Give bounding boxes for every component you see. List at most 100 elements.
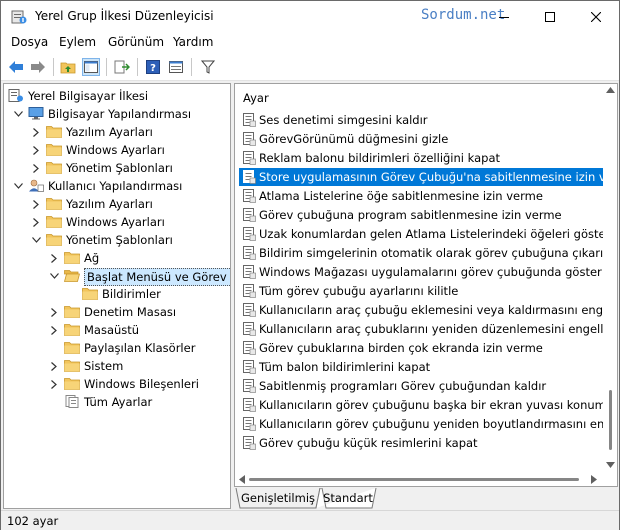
menu-yardim[interactable]: Yardım <box>173 35 213 49</box>
tree-item-network[interactable]: Ağ <box>4 249 230 267</box>
setting-row[interactable]: Görev çubuğu küçük resimlerini kapat <box>239 434 603 452</box>
setting-row[interactable]: Görev çubuklarına birden çok ekranda izi… <box>239 339 603 357</box>
status-setting-count: 102 ayar <box>7 514 59 528</box>
tree-item-user-administrative-templates[interactable]: Yönetim Şablonları <box>4 231 230 249</box>
setting-row[interactable]: Reklam balonu bildirimleri özelliğini ka… <box>239 149 603 167</box>
scroll-right-icon[interactable] <box>591 475 597 484</box>
computer-icon <box>28 107 44 120</box>
setting-row[interactable]: Tüm balon bildirimlerini kapat <box>239 358 603 376</box>
folder-open-icon <box>64 270 80 282</box>
chevron-right-icon <box>33 217 39 227</box>
expander[interactable] <box>12 108 24 120</box>
maximize-button[interactable] <box>527 1 573 33</box>
menu-eylem[interactable]: Eylem <box>59 35 96 49</box>
setting-row[interactable]: Bildirim simgelerinin otomatik olarak gö… <box>239 244 603 262</box>
expander[interactable] <box>30 234 42 246</box>
setting-row[interactable]: Atlama Listelerine öğe sabitlenmesine iz… <box>239 187 603 205</box>
tree-item-local-computer-policy[interactable]: Yerel Bilgisayar İlkesi <box>4 87 230 105</box>
gpedit-window: Yerel Grup İlkesi Düzenleyicisi Sordum.n… <box>0 0 620 530</box>
tree-item-control-panel[interactable]: Denetim Masası <box>4 303 230 321</box>
tab-genisletilmis[interactable]: Genişletilmiş <box>238 488 318 508</box>
local-policy-icon <box>8 89 23 102</box>
setting-row[interactable]: Kullanıcıların görev çubuğunu yeniden bo… <box>239 415 603 433</box>
horizontal-scroll-thumb[interactable] <box>249 478 579 481</box>
expander[interactable] <box>12 180 24 192</box>
setting-row[interactable]: Ses denetimi simgesini kaldır <box>239 111 603 129</box>
export-list-button[interactable] <box>113 58 131 76</box>
folder-up-icon <box>60 62 76 74</box>
expander[interactable] <box>30 144 42 156</box>
folder-icon <box>46 126 62 138</box>
menu-gorunum[interactable]: Görünüm <box>108 35 164 49</box>
folder-icon <box>64 252 80 264</box>
setting-policy-icon <box>243 417 256 431</box>
tree-item-icon <box>82 287 98 300</box>
scroll-up-icon[interactable] <box>606 87 615 93</box>
filter-icon <box>201 60 215 74</box>
setting-policy-icon <box>243 322 256 336</box>
expander[interactable] <box>30 216 42 228</box>
tab-standart[interactable]: Standart <box>322 488 374 508</box>
title-bar[interactable]: Yerel Grup İlkesi Düzenleyicisi Sordum.n… <box>1 1 619 33</box>
tree-item-user-software-settings[interactable]: Yazılım Ayarları <box>4 195 230 213</box>
expander[interactable] <box>48 378 60 390</box>
setting-row[interactable]: Store uygulamasının Görev Çubuğu'na sabi… <box>239 168 603 186</box>
tree-item-computer-software-settings[interactable]: Yazılım Ayarları <box>4 123 230 141</box>
show-hide-console-tree-button[interactable] <box>82 58 100 76</box>
close-button[interactable] <box>573 1 619 33</box>
horizontal-scrollbar[interactable] <box>235 472 603 486</box>
tree-item-computer-administrative-templates[interactable]: Yönetim Şablonları <box>4 159 230 177</box>
column-header-ayar[interactable]: Ayar <box>243 91 269 105</box>
tree-item-windows-components[interactable]: Windows Bileşenleri <box>4 375 230 393</box>
tree-item-computer-configuration[interactable]: Bilgisayar Yapılandırması <box>4 105 230 123</box>
filter-button[interactable] <box>199 58 217 76</box>
tree-item-icon <box>28 107 44 120</box>
tree-item-desktop[interactable]: Masaüstü <box>4 321 230 339</box>
tree-item-user-configuration[interactable]: Kullanıcı Yapılandırması <box>4 177 230 195</box>
expander[interactable] <box>30 126 42 138</box>
tree-item-icon <box>64 395 80 408</box>
setting-row[interactable]: Windows Mağazası uygulamalarını görev çu… <box>239 263 603 281</box>
properties-button[interactable] <box>167 58 185 76</box>
tree-item-shared-folders[interactable]: Paylaşılan Klasörler <box>4 339 230 357</box>
tree-item-label: Yönetim Şablonları <box>66 161 173 175</box>
toolbar: ? <box>1 53 619 81</box>
expander[interactable] <box>48 324 60 336</box>
setting-row[interactable]: Görev çubuğuna program sabitlenmesine iz… <box>239 206 603 224</box>
tree-item-icon <box>46 161 62 174</box>
vertical-scroll-thumb[interactable] <box>609 390 612 450</box>
setting-row[interactable]: Uzak konumlardan gelen Atlama Listelerin… <box>239 225 603 243</box>
back-button[interactable] <box>7 58 25 76</box>
tree-item-computer-windows-settings[interactable]: Windows Ayarları <box>4 141 230 159</box>
setting-row[interactable]: Sabitlenmiş programları Görev çubuğundan… <box>239 377 603 395</box>
scroll-left-icon[interactable] <box>239 475 245 484</box>
setting-row[interactable]: Tüm görev çubuğu ayarlarını kilitle <box>239 282 603 300</box>
expander[interactable] <box>48 252 60 264</box>
tree-item-system[interactable]: Sistem <box>4 357 230 375</box>
menu-dosya[interactable]: Dosya <box>11 35 48 49</box>
expander[interactable] <box>48 270 60 282</box>
setting-row[interactable]: Kullanıcıların araç çubuklarını yeniden … <box>239 320 603 338</box>
tree-item-all-settings[interactable]: Tüm Ayarlar <box>4 393 230 411</box>
help-button[interactable]: ? <box>144 58 162 76</box>
status-bar: 102 ayar <box>1 510 619 530</box>
tree-item-notifications[interactable]: Bildirimler <box>4 285 230 303</box>
up-one-level-button[interactable] <box>59 58 77 76</box>
scroll-down-icon[interactable] <box>606 462 615 468</box>
expander[interactable] <box>48 306 60 318</box>
setting-policy-icon <box>243 170 256 184</box>
forward-button[interactable] <box>29 58 47 76</box>
setting-row[interactable]: GörevGörünümü düğmesini gizle <box>239 130 603 148</box>
tree-item-label: Yazılım Ayarları <box>66 197 153 211</box>
setting-row[interactable]: Kullanıcıların görev çubuğunu başka bir … <box>239 396 603 414</box>
setting-row[interactable]: Kullanıcıların araç çubuğu eklemesini ve… <box>239 301 603 319</box>
tree-item-start-menu-taskbar[interactable]: Başlat Menüsü ve Görev Çubuğu <box>4 267 230 286</box>
expander[interactable] <box>30 162 42 174</box>
expander[interactable] <box>30 198 42 210</box>
setting-policy-icon <box>243 284 256 298</box>
minimize-button[interactable] <box>481 1 527 33</box>
vertical-scrollbar[interactable] <box>603 84 617 472</box>
folder-icon <box>46 144 62 156</box>
tree-item-user-windows-settings[interactable]: Windows Ayarları <box>4 213 230 231</box>
expander[interactable] <box>48 360 60 372</box>
